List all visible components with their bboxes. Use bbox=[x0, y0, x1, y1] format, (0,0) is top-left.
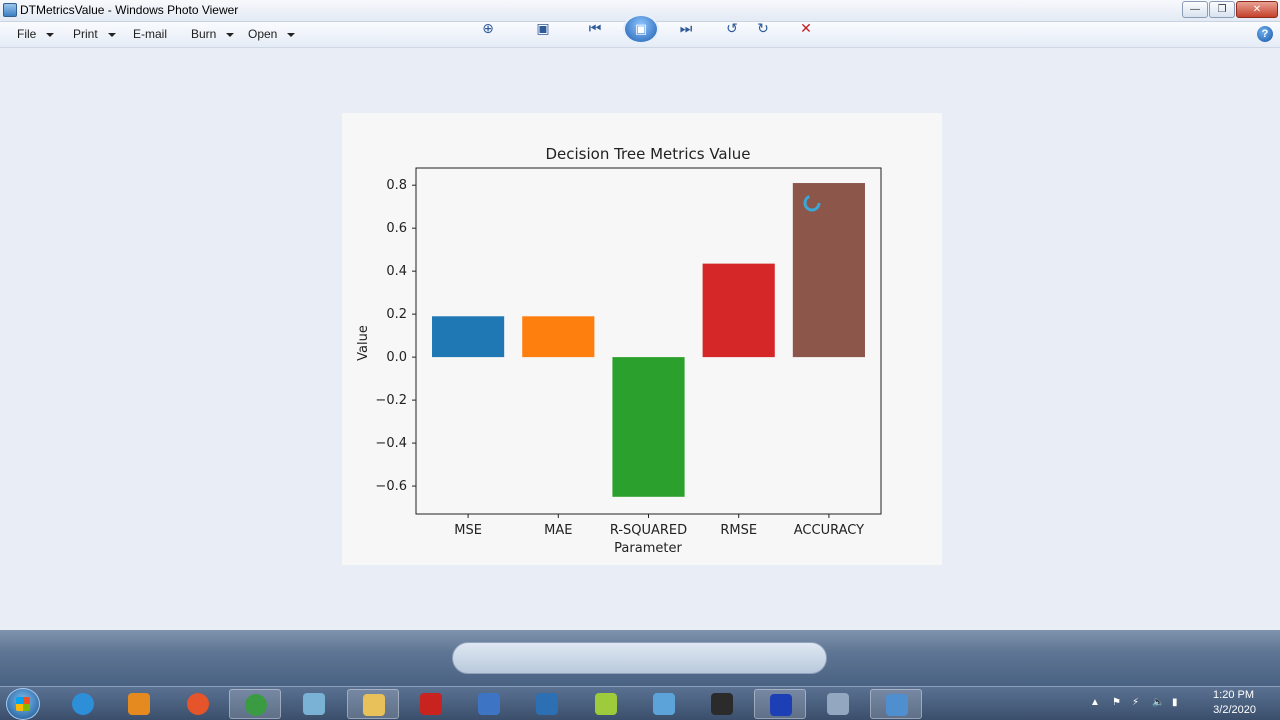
taskbar-explorer-folder[interactable] bbox=[347, 689, 399, 719]
x-tick-label: MAE bbox=[544, 523, 572, 538]
menu-file-label: File bbox=[17, 27, 37, 41]
bar-mse bbox=[432, 316, 505, 358]
firefox-icon bbox=[187, 693, 209, 715]
menu-open[interactable]: Open bbox=[248, 27, 296, 41]
hs-app-icon bbox=[595, 693, 617, 715]
menu-file[interactable]: File bbox=[17, 27, 55, 41]
y-tick-label: 0.6 bbox=[386, 221, 407, 236]
x-ticks-group: MSE MAE R-SQUARED RMSE ACCURACY bbox=[454, 514, 864, 538]
slideshow-button[interactable]: ▣ bbox=[623, 14, 659, 44]
taskbar-hs-app[interactable] bbox=[580, 689, 632, 719]
bar-r-squared bbox=[612, 357, 685, 497]
bar-mae bbox=[522, 316, 595, 358]
clock-date[interactable]: 3/2/2020 bbox=[1213, 704, 1256, 716]
actual-size-icon[interactable]: ▣ bbox=[533, 19, 553, 37]
x-tick-label: ACCURACY bbox=[794, 523, 864, 538]
volume-icon[interactable]: 🔈 bbox=[1152, 697, 1164, 708]
power-icon[interactable]: ⚡ bbox=[1132, 697, 1139, 708]
x-tick-label: MSE bbox=[454, 523, 482, 538]
taskbar-terminal[interactable] bbox=[696, 689, 748, 719]
viewer-control-bar bbox=[0, 630, 1280, 686]
control-pill bbox=[452, 642, 827, 674]
paint-icon bbox=[653, 693, 675, 715]
delete-icon[interactable]: ✕ bbox=[796, 19, 816, 37]
word-doc-icon bbox=[478, 693, 500, 715]
chevron-down-icon bbox=[107, 32, 116, 37]
y-ticks-group: 0.8 0.6 0.4 0.2 0.0 −0.2 −0.4 −0.6 bbox=[375, 178, 416, 494]
taskbar-text-editor[interactable] bbox=[521, 689, 573, 719]
bar-accuracy bbox=[792, 183, 865, 358]
y-tick-label: 0.2 bbox=[386, 307, 407, 322]
bar-rmse bbox=[702, 263, 775, 358]
photo-viewer-icon bbox=[3, 3, 17, 17]
start-button[interactable] bbox=[6, 688, 40, 720]
menu-burn-label: Burn bbox=[191, 27, 217, 41]
media-player-icon bbox=[128, 693, 150, 715]
y-tick-label: −0.6 bbox=[375, 479, 407, 494]
y-tick-label: −0.4 bbox=[375, 436, 407, 451]
notes-icon bbox=[303, 693, 325, 715]
x-tick-label: R-SQUARED bbox=[610, 523, 687, 538]
taskbar-capture[interactable] bbox=[754, 689, 806, 719]
rotate-left-icon[interactable]: ↺ bbox=[722, 19, 742, 37]
menu-burn[interactable]: Burn bbox=[191, 27, 235, 41]
next-icon[interactable]: ⏭ bbox=[676, 19, 696, 37]
capture-icon bbox=[770, 694, 792, 716]
y-axis-label: Value bbox=[356, 325, 371, 361]
window-controls: — ❐ ✕ bbox=[1182, 1, 1278, 18]
network-icon[interactable]: ▮ bbox=[1172, 697, 1178, 708]
tray-expand-icon[interactable]: ▲ bbox=[1090, 697, 1100, 708]
x-axis-label: Parameter bbox=[614, 541, 682, 556]
terminal-icon bbox=[711, 693, 733, 715]
taskbar: ▲ ⚑ ⚡ 🔈 ▮ 1:20 PM 3/2/2020 bbox=[0, 686, 1280, 720]
chevron-down-icon bbox=[46, 32, 55, 37]
taskbar-chrome[interactable] bbox=[229, 689, 281, 719]
maximize-button[interactable]: ❐ bbox=[1209, 1, 1235, 18]
explorer-folder-icon bbox=[363, 694, 385, 716]
pdf-icon bbox=[420, 693, 442, 715]
text-editor-icon bbox=[536, 693, 558, 715]
menu-print-label: Print bbox=[73, 27, 98, 41]
chevron-down-icon bbox=[287, 32, 296, 37]
window-title: DTMetricsValue - Windows Photo Viewer bbox=[20, 3, 239, 17]
chrome-icon bbox=[245, 694, 267, 716]
clock-time[interactable]: 1:20 PM bbox=[1213, 689, 1254, 701]
menu-email-label: E-mail bbox=[133, 27, 168, 41]
menu-print[interactable]: Print bbox=[73, 27, 116, 41]
y-tick-label: 0.8 bbox=[386, 178, 407, 193]
system-tray: ▲ ⚑ ⚡ 🔈 ▮ 1:20 PM 3/2/2020 bbox=[1080, 687, 1280, 720]
ie-icon bbox=[72, 693, 94, 715]
bar-chart: Decision Tree Metrics Value Value Parame… bbox=[356, 145, 882, 556]
chevron-down-icon bbox=[226, 32, 235, 37]
taskbar-ie[interactable] bbox=[57, 689, 109, 719]
previous-icon[interactable]: ⏮ bbox=[585, 19, 605, 37]
taskbar-notes[interactable] bbox=[288, 689, 340, 719]
taskbar-photo-viewer[interactable] bbox=[870, 689, 922, 719]
taskbar-word-doc[interactable] bbox=[463, 689, 515, 719]
chart-title: Decision Tree Metrics Value bbox=[545, 145, 750, 163]
displayed-image: Decision Tree Metrics Value Value Parame… bbox=[342, 113, 942, 565]
zoom-icon[interactable]: ⊕ bbox=[478, 19, 498, 37]
taskbar-feather[interactable] bbox=[812, 689, 864, 719]
y-tick-label: 0.4 bbox=[386, 264, 407, 279]
photo-viewer-icon bbox=[886, 694, 908, 716]
taskbar-firefox[interactable] bbox=[172, 689, 224, 719]
close-button[interactable]: ✕ bbox=[1236, 1, 1278, 18]
menu-open-label: Open bbox=[248, 27, 278, 41]
taskbar-media-player[interactable] bbox=[113, 689, 165, 719]
menu-email[interactable]: E-mail bbox=[133, 27, 167, 41]
minimize-button[interactable]: — bbox=[1182, 1, 1208, 18]
taskbar-pdf[interactable] bbox=[405, 689, 457, 719]
taskbar-paint[interactable] bbox=[638, 689, 690, 719]
x-tick-label: RMSE bbox=[720, 523, 757, 538]
bars-group bbox=[432, 183, 865, 497]
y-tick-label: 0.0 bbox=[386, 350, 407, 365]
help-icon[interactable]: ? bbox=[1257, 26, 1273, 42]
y-tick-label: −0.2 bbox=[375, 393, 407, 408]
rotate-right-icon[interactable]: ↻ bbox=[753, 19, 773, 37]
feather-icon bbox=[827, 693, 849, 715]
action-center-icon[interactable]: ⚑ bbox=[1112, 697, 1121, 708]
